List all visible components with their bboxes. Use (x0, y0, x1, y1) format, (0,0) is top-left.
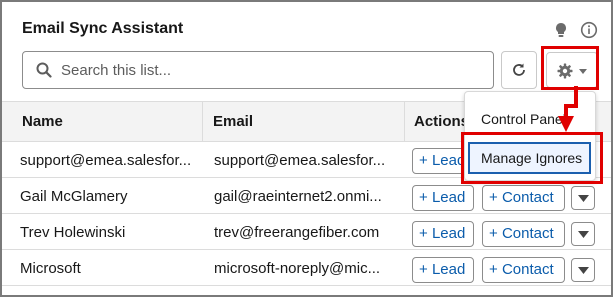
row-name: Gail McGlamery (20, 188, 128, 205)
refresh-icon (513, 63, 525, 76)
search-box[interactable] (22, 51, 494, 89)
add-lead-button[interactable]: + Lead (412, 185, 474, 211)
row-email: support@emea.salesfor... (214, 152, 386, 169)
row-email: gail@raeinternet2.onmi... (214, 188, 382, 205)
row-email: microsoft-noreply@mic... (214, 260, 381, 277)
app-title: Email Sync Assistant (22, 20, 184, 37)
add-lead-button[interactable]: + Lead (412, 257, 474, 283)
menu-item-control-panel[interactable]: Control Panel (481, 111, 566, 127)
column-header-name[interactable]: Name (22, 113, 63, 130)
chevron-down-icon (578, 195, 589, 202)
row-actions-menu-button[interactable] (571, 222, 595, 246)
column-header-email[interactable]: Email (213, 113, 253, 130)
row-actions-menu-button[interactable] (571, 186, 595, 210)
search-icon (36, 62, 52, 78)
lightbulb-icon[interactable] (552, 21, 570, 39)
column-header-actions: Actions (414, 113, 470, 130)
add-contact-button[interactable]: + Contact (482, 221, 565, 247)
row-actions-menu-button[interactable] (571, 258, 595, 282)
row-name: support@emea.salesfor... (20, 152, 192, 169)
row-name: Microsoft (20, 260, 81, 277)
column-divider (202, 102, 203, 141)
annotation-arrow-icon (558, 86, 578, 132)
add-contact-button[interactable]: + Contact (482, 185, 565, 211)
chevron-down-icon (578, 231, 589, 238)
row-email: trev@freerangefiber.com (214, 224, 380, 241)
refresh-button[interactable] (501, 51, 537, 89)
search-input[interactable] (61, 59, 481, 81)
chevron-down-icon (578, 267, 589, 274)
column-divider (404, 102, 405, 141)
add-contact-button[interactable]: + Contact (482, 257, 565, 283)
add-lead-button[interactable]: + Lead (412, 221, 474, 247)
info-icon[interactable] (580, 21, 598, 39)
row-name: Trev Holewinski (20, 224, 126, 241)
